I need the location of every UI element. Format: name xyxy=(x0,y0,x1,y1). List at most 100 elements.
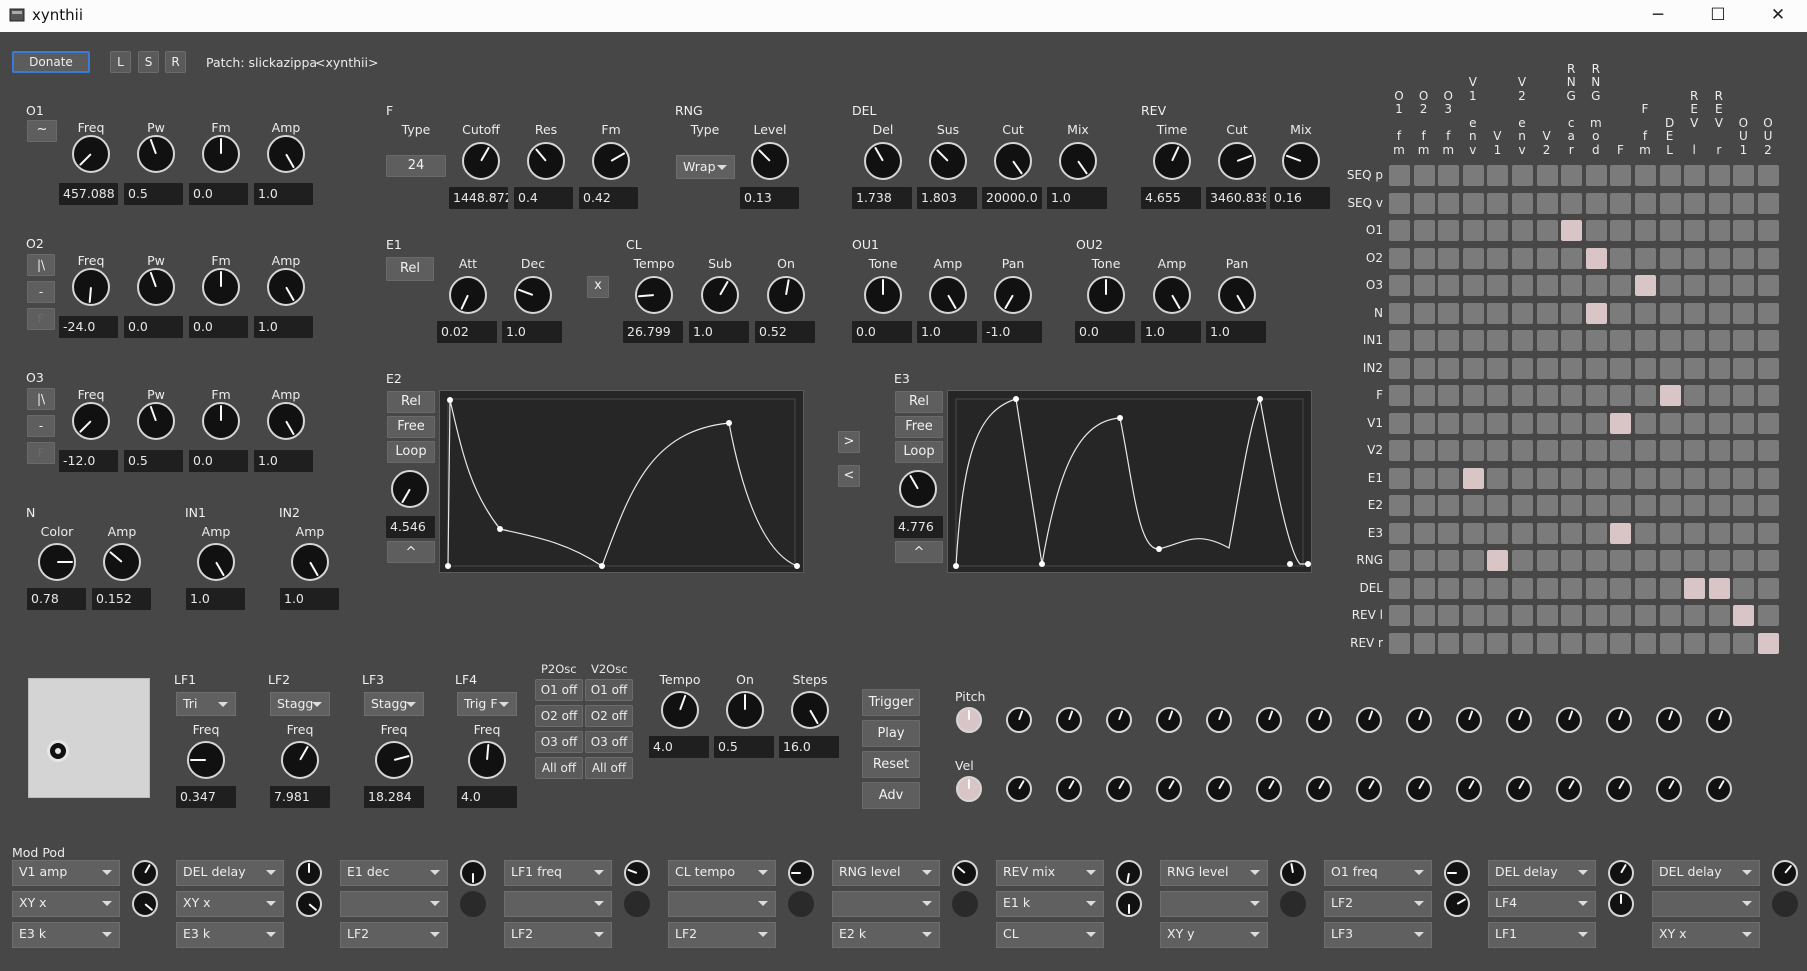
mod-slot-amount-knob[interactable] xyxy=(624,860,650,886)
matrix-cell[interactable] xyxy=(1389,385,1410,406)
mod-slot-amount2-knob[interactable] xyxy=(1772,891,1798,917)
matrix-cell[interactable] xyxy=(1438,220,1460,241)
matrix-cell[interactable] xyxy=(1487,192,1509,214)
filter-fm-value[interactable]: 0.42 xyxy=(579,187,638,209)
matrix-cell[interactable] xyxy=(1758,165,1779,186)
mod-slot-amount-knob[interactable] xyxy=(1116,860,1142,886)
matrix-cell[interactable] xyxy=(1438,522,1460,544)
matrix-cell[interactable] xyxy=(1733,192,1755,214)
ou2-pan-knob[interactable] xyxy=(1218,276,1256,314)
matrix-cell[interactable] xyxy=(1512,302,1533,324)
mod-slot-amount2-knob[interactable] xyxy=(1116,891,1142,917)
matrix-cell[interactable] xyxy=(1462,550,1484,571)
e3-node[interactable] xyxy=(1039,561,1045,567)
mod-slot-amount-knob[interactable] xyxy=(1280,860,1306,886)
e2-loop-button[interactable]: Loop xyxy=(387,441,435,463)
matrix-cell[interactable] xyxy=(1733,577,1755,599)
seq-steps-value[interactable]: 16.0 xyxy=(779,736,839,758)
matrix-cell[interactable] xyxy=(1462,302,1484,324)
matrix-cell[interactable] xyxy=(1389,412,1410,434)
matrix-cell[interactable] xyxy=(1758,220,1779,241)
mod-slot-amount-knob[interactable] xyxy=(1772,860,1798,886)
matrix-cell[interactable] xyxy=(1708,357,1730,379)
matrix-cell[interactable] xyxy=(1462,247,1484,269)
matrix-cell[interactable] xyxy=(1512,577,1533,599)
mod-slot-amount-knob[interactable] xyxy=(460,860,486,886)
lfo1-wave-dropdown[interactable]: Tri xyxy=(176,692,236,716)
seq-pitch-step-knob[interactable] xyxy=(1006,707,1032,733)
seq-pitch-step-knob[interactable] xyxy=(1706,707,1732,733)
matrix-cell[interactable] xyxy=(1438,412,1460,434)
matrix-cell[interactable] xyxy=(1438,495,1460,516)
matrix-cell[interactable] xyxy=(1585,302,1607,324)
mod-slot-src1-dropdown[interactable]: LF4 xyxy=(1488,891,1596,917)
matrix-cell[interactable] xyxy=(1659,247,1681,269)
matrix-cell[interactable] xyxy=(1561,302,1583,324)
matrix-cell[interactable] xyxy=(1610,192,1632,214)
matrix-cell[interactable] xyxy=(1708,192,1730,214)
mod-slot-src1-dropdown[interactable] xyxy=(1160,891,1268,917)
seq-vel-step-knob[interactable] xyxy=(1106,776,1132,802)
matrix-cell[interactable] xyxy=(1413,577,1435,599)
matrix-cell[interactable] xyxy=(1487,302,1509,324)
matrix-cell[interactable] xyxy=(1536,412,1558,434)
seq-pitch-step-knob[interactable] xyxy=(1606,707,1632,733)
mod-slot-src1-dropdown[interactable]: E1 k xyxy=(996,891,1104,917)
maximize-icon[interactable]: ☐ xyxy=(1690,0,1746,32)
matrix-cell[interactable] xyxy=(1708,467,1730,489)
e3-time-knob[interactable] xyxy=(899,470,937,508)
matrix-cell[interactable] xyxy=(1708,247,1730,269)
matrix-cell[interactable] xyxy=(1758,605,1779,626)
ou1-amp-value[interactable]: 1.0 xyxy=(917,321,977,343)
matrix-cell[interactable] xyxy=(1512,247,1533,269)
seq-pitch-step-knob[interactable] xyxy=(1156,707,1182,733)
matrix-cell[interactable] xyxy=(1659,577,1681,599)
mod-slot-amount2-knob[interactable] xyxy=(1280,891,1306,917)
matrix-cell[interactable] xyxy=(1438,467,1460,489)
matrix-cell[interactable] xyxy=(1561,440,1583,461)
matrix-cell[interactable] xyxy=(1659,220,1681,241)
e2-node[interactable] xyxy=(447,397,453,403)
matrix-cell[interactable] xyxy=(1512,495,1533,516)
matrix-cell[interactable] xyxy=(1389,330,1410,351)
matrix-cell[interactable] xyxy=(1659,467,1681,489)
mod-slot-dest-dropdown[interactable]: E1 dec xyxy=(340,860,448,886)
matrix-cell[interactable] xyxy=(1733,330,1755,351)
matrix-cell[interactable] xyxy=(1487,495,1509,516)
matrix-cell[interactable] xyxy=(1635,522,1656,544)
matrix-cell[interactable] xyxy=(1684,165,1706,186)
cl-tempo-value[interactable]: 26.799 xyxy=(623,321,683,343)
matrix-cell[interactable] xyxy=(1462,385,1484,406)
seq-vel-step-knob[interactable] xyxy=(1356,776,1382,802)
matrix-cell[interactable] xyxy=(1733,522,1755,544)
mod-slot-src2-dropdown[interactable]: LF3 xyxy=(1324,922,1432,948)
matrix-cell[interactable] xyxy=(1438,275,1460,296)
matrix-cell[interactable] xyxy=(1536,550,1558,571)
seq-on-value[interactable]: 0.5 xyxy=(714,736,774,758)
matrix-cell[interactable] xyxy=(1536,467,1558,489)
ou1-pan-knob[interactable] xyxy=(994,276,1032,314)
matrix-cell[interactable] xyxy=(1438,605,1460,626)
seq-pitch-step-knob[interactable] xyxy=(1256,707,1282,733)
seq-tempo-value[interactable]: 4.0 xyxy=(649,736,709,758)
matrix-cell[interactable] xyxy=(1536,632,1558,654)
seq-tempo-knob[interactable] xyxy=(661,691,699,729)
matrix-cell[interactable] xyxy=(1635,632,1656,654)
matrix-cell[interactable] xyxy=(1610,330,1632,351)
o1-pw-knob[interactable] xyxy=(137,135,175,173)
matrix-cell[interactable] xyxy=(1659,330,1681,351)
matrix-cell[interactable] xyxy=(1487,330,1509,351)
mod-slot-amount2-knob[interactable] xyxy=(952,891,978,917)
matrix-cell[interactable] xyxy=(1512,467,1533,489)
matrix-cell[interactable] xyxy=(1413,302,1435,324)
seq-pitch-step-knob[interactable] xyxy=(1106,707,1132,733)
mod-slot-dest-dropdown[interactable]: DEL delay xyxy=(1652,860,1760,886)
mod-slot-dest-dropdown[interactable]: DEL delay xyxy=(176,860,284,886)
matrix-cell[interactable] xyxy=(1708,220,1730,241)
matrix-cell[interactable] xyxy=(1462,440,1484,461)
matrix-cell[interactable] xyxy=(1733,357,1755,379)
matrix-cell[interactable] xyxy=(1708,550,1730,571)
o3-pw-knob[interactable] xyxy=(137,402,175,440)
matrix-cell[interactable] xyxy=(1561,220,1583,241)
matrix-cell[interactable] xyxy=(1708,412,1730,434)
